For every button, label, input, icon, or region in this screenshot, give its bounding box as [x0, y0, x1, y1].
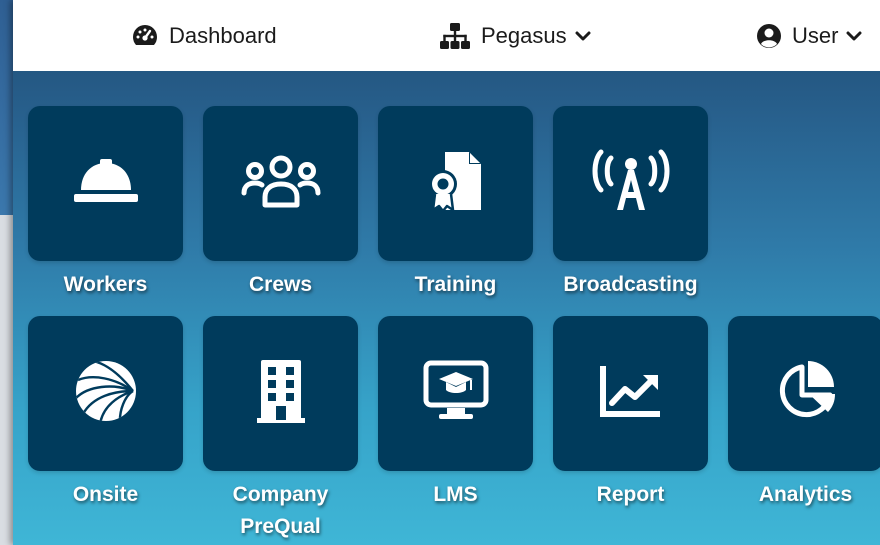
- pie-chart-icon: [773, 358, 839, 429]
- tile-onsite-box[interactable]: [28, 316, 183, 471]
- tile-crews-box[interactable]: [203, 106, 358, 261]
- nav-dashboard-label: Dashboard: [169, 22, 277, 48]
- nav-user-menu[interactable]: User: [756, 0, 862, 71]
- certificate-file-icon: [423, 148, 489, 219]
- tile-onsite[interactable]: Onsite: [28, 316, 183, 511]
- nav-dashboard[interactable]: Dashboard: [131, 0, 277, 71]
- tile-lms-label: LMS: [433, 483, 478, 506]
- tile-report-label: Report: [596, 483, 665, 506]
- tile-report[interactable]: Report: [553, 316, 708, 511]
- line-chart-icon: [598, 363, 664, 424]
- sitemap-icon: [439, 22, 471, 50]
- tile-crews[interactable]: Crews: [203, 106, 358, 301]
- tile-analytics[interactable]: Analytics: [728, 316, 880, 511]
- broadcast-tower-icon: [591, 148, 671, 219]
- building-icon: [253, 358, 309, 429]
- tachometer-icon: [131, 23, 159, 49]
- tile-workers-box[interactable]: [28, 106, 183, 261]
- tile-company-prequal-box[interactable]: [203, 316, 358, 471]
- tile-workers[interactable]: Workers: [28, 106, 183, 301]
- tile-lms-box[interactable]: [378, 316, 533, 471]
- tile-analytics-label: Analytics: [758, 483, 853, 506]
- tile-report-box[interactable]: [553, 316, 708, 471]
- nav-org-switcher[interactable]: Pegasus: [439, 0, 591, 71]
- tile-broadcasting-label: Broadcasting: [563, 273, 698, 296]
- tile-broadcasting[interactable]: Broadcasting: [553, 106, 708, 301]
- graduation-monitor-icon: [423, 360, 489, 427]
- nav-org-label: Pegasus: [481, 22, 567, 48]
- chevron-down-icon: [575, 30, 591, 42]
- hard-hat-icon: [73, 156, 139, 211]
- tile-broadcasting-box[interactable]: [553, 106, 708, 261]
- nav-user-label: User: [792, 22, 839, 48]
- tile-onsite-label: Onsite: [72, 483, 139, 506]
- tile-lms[interactable]: LMS: [378, 316, 533, 511]
- top-navigation-bar: Dashboard Pegasus User: [13, 0, 880, 71]
- tile-workers-label: Workers: [63, 273, 148, 296]
- tile-training-label: Training: [414, 273, 497, 296]
- tile-training-box[interactable]: [378, 106, 533, 261]
- tile-crews-label: Crews: [248, 273, 313, 296]
- tile-company-prequal-label: Company PreQual: [232, 483, 329, 538]
- tile-analytics-box[interactable]: [728, 316, 880, 471]
- tile-training[interactable]: Training: [378, 106, 533, 301]
- globe-icon: [73, 358, 139, 429]
- app-window: Dashboard Pegasus User Workers Crews Tra…: [13, 0, 880, 545]
- tile-company-prequal[interactable]: Company PreQual: [203, 316, 358, 543]
- users-icon: [241, 153, 321, 214]
- chevron-down-icon: [846, 30, 862, 42]
- user-circle-icon: [756, 23, 782, 49]
